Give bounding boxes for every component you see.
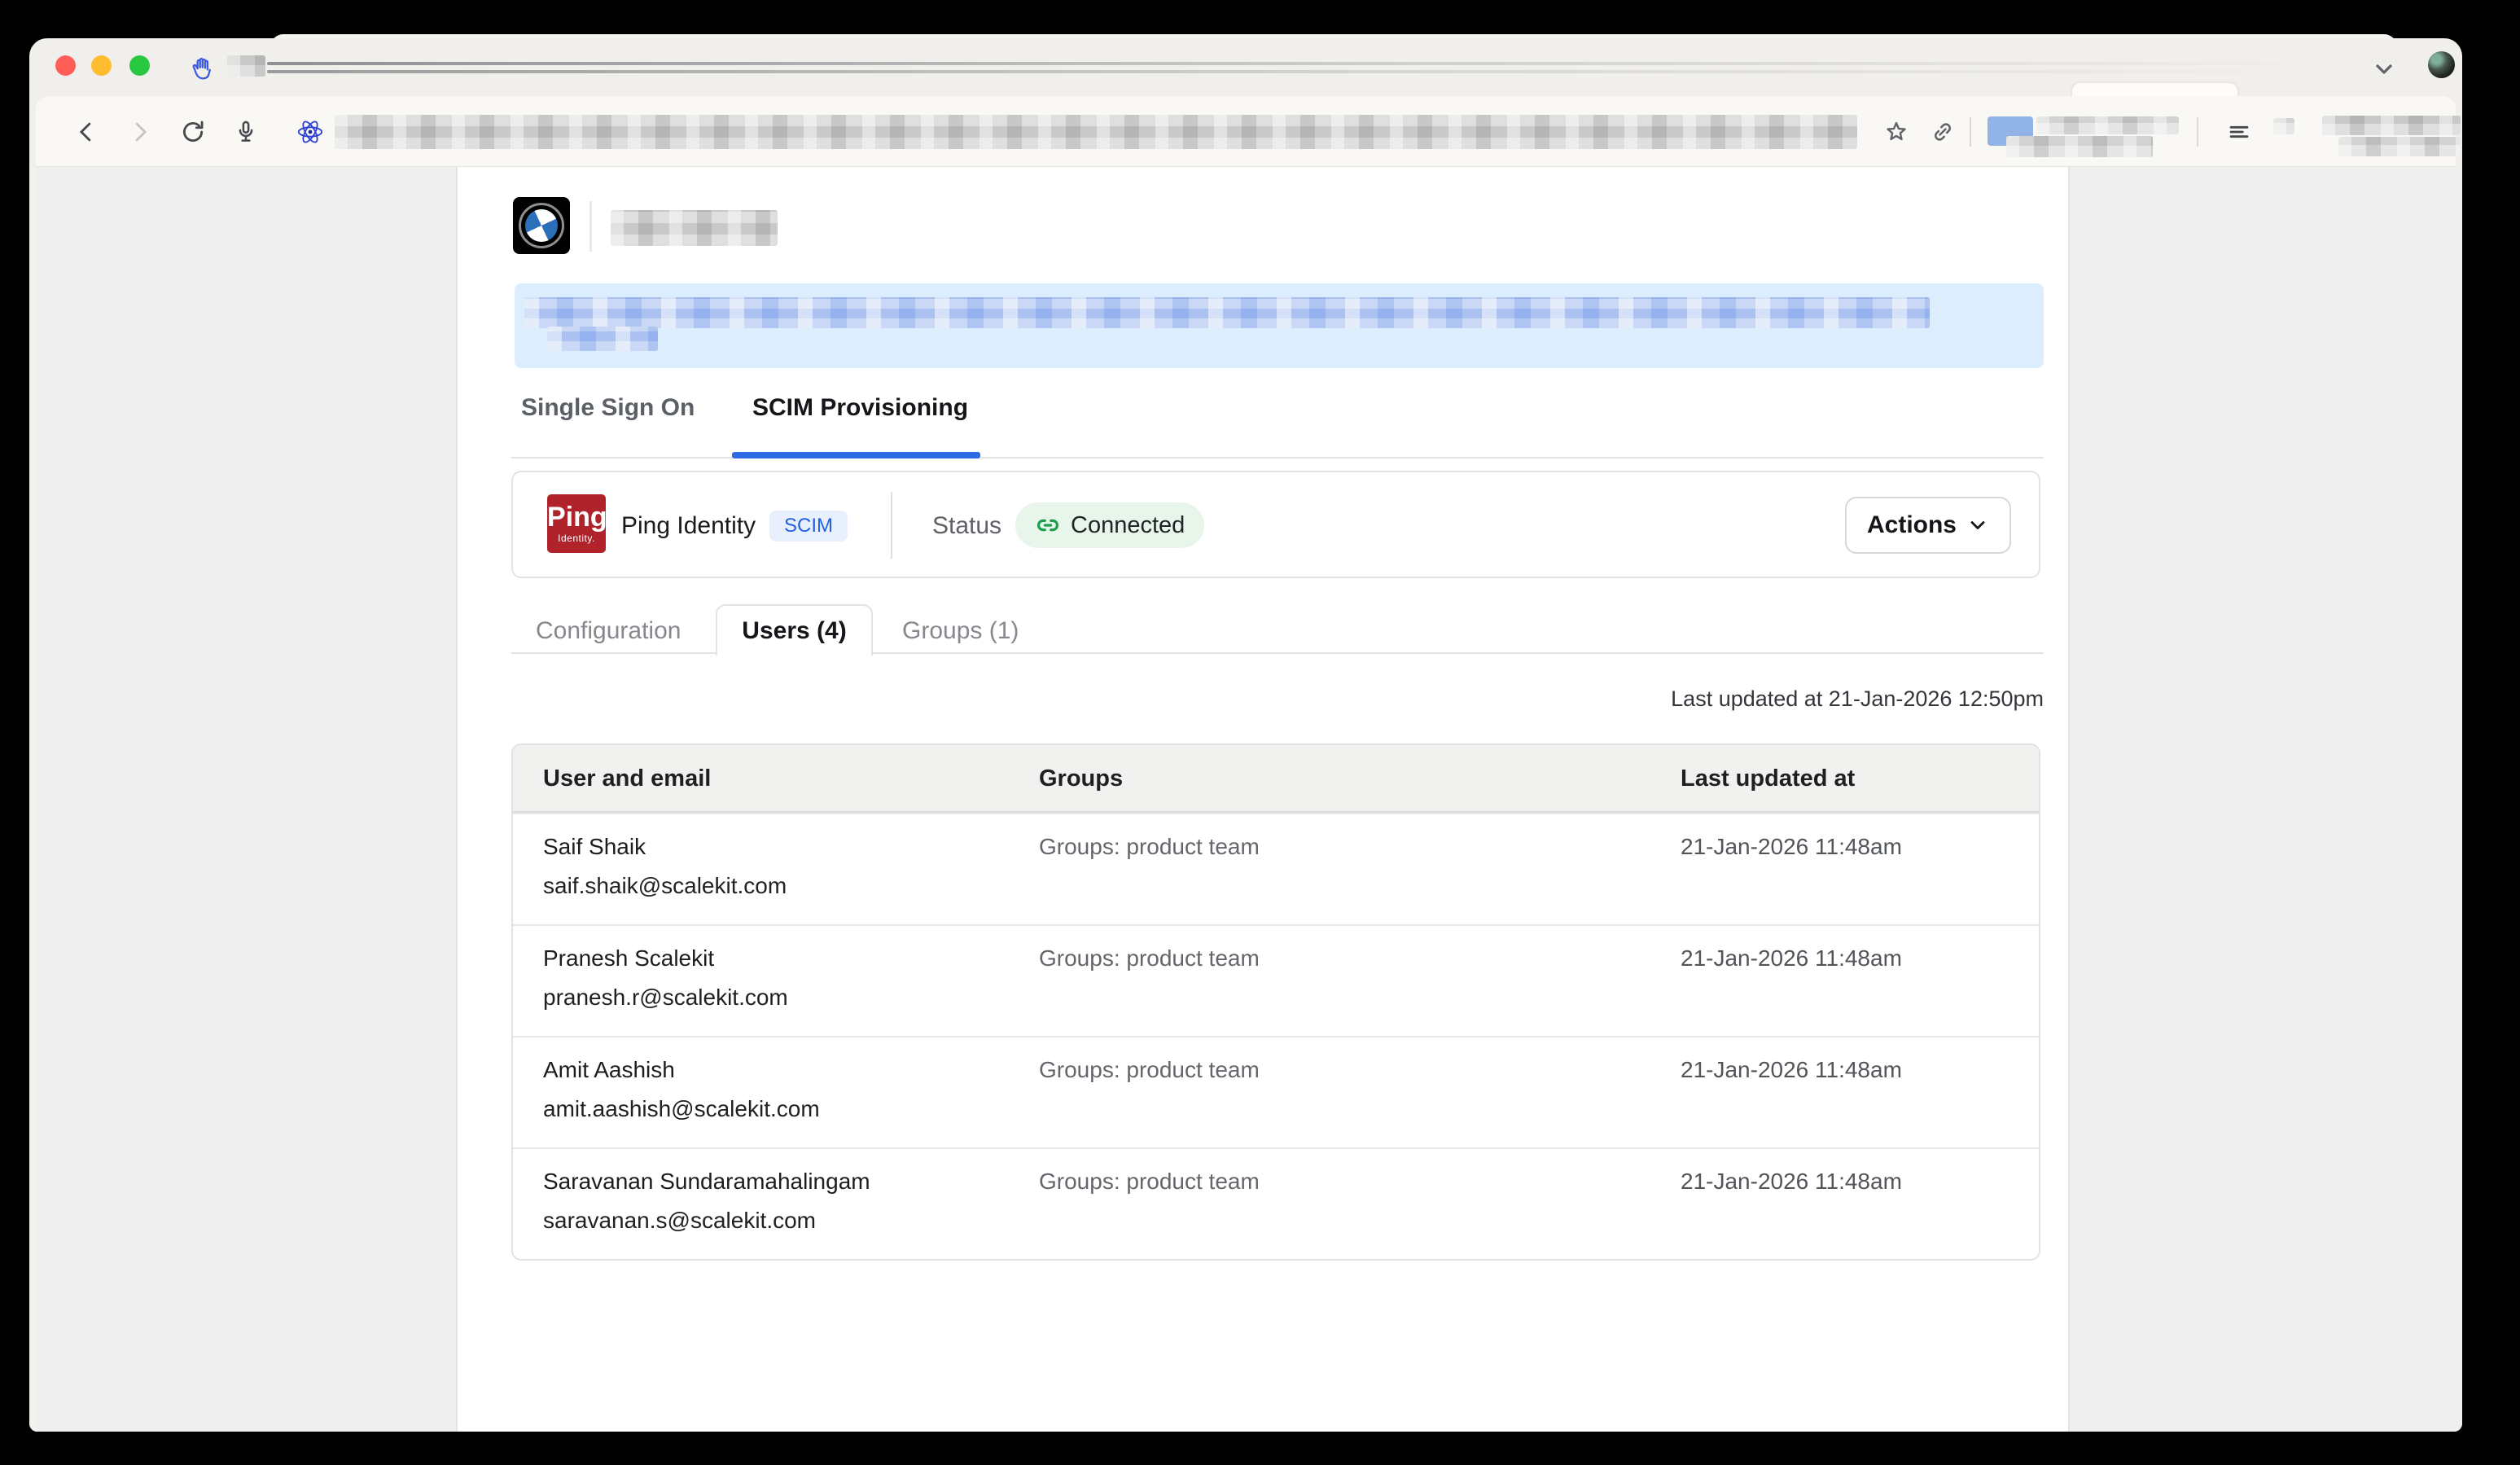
minimize-button[interactable]: [91, 55, 112, 76]
redacted-extension-label: [2036, 116, 2179, 134]
users-table: User and email Groups Last updated at Sa…: [511, 743, 2040, 1261]
bmw-roundel-ring: [519, 203, 564, 248]
ping-identity-logo: Ping Identity.: [547, 494, 606, 553]
user-email: amit.aashish@scalekit.com: [543, 1096, 820, 1122]
user-email: pranesh.r@scalekit.com: [543, 985, 788, 1011]
forward-chevron-right-icon[interactable]: [123, 116, 156, 148]
chevron-down-icon: [1966, 514, 1989, 537]
actions-button[interactable]: Actions: [1845, 497, 2011, 554]
redacted-address-bar-text[interactable]: [335, 115, 1857, 149]
column-header-updated: Last updated at: [1681, 745, 1855, 813]
user-email: saravanan.s@scalekit.com: [543, 1208, 816, 1234]
hamburger-menu-icon[interactable]: [2223, 116, 2255, 148]
browser-window: Single Sign On SCIM Provisioning Ping Id…: [29, 38, 2462, 1432]
link-icon: [1035, 512, 1061, 538]
page-background: Single Sign On SCIM Provisioning Ping Id…: [29, 167, 2462, 1432]
card-divider: [891, 492, 892, 559]
redacted-org-name: [611, 210, 778, 246]
user-name: Amit Aashish: [543, 1057, 675, 1083]
subtab-users[interactable]: Users (4): [716, 604, 873, 656]
profile-avatar[interactable]: [2428, 51, 2455, 78]
atom-icon[interactable]: [294, 116, 327, 148]
user-email: saif.shaik@scalekit.com: [543, 873, 787, 899]
table-row: Saravanan Sundaramahalingam saravanan.s@…: [513, 1147, 2039, 1259]
redacted-toolbar-item: [2273, 118, 2294, 134]
subtab-configuration[interactable]: Configuration: [536, 616, 681, 646]
bmw-roundel-quadrants: [525, 209, 558, 242]
user-groups: Groups: product team: [1039, 834, 1260, 860]
ping-logo-text: Ping: [547, 501, 606, 533]
hand-icon: [189, 55, 217, 82]
subtab-groups[interactable]: Groups (1): [902, 616, 1019, 646]
org-header-divider: [589, 201, 592, 252]
ping-logo-subtext: Identity.: [547, 533, 606, 543]
status-label: Status: [932, 511, 1001, 542]
browser-toolbar: [36, 96, 2456, 167]
bmw-logo: [513, 197, 570, 254]
table-row: Saif Shaik saif.shaik@scalekit.com Group…: [513, 813, 2039, 924]
close-button[interactable]: [55, 55, 76, 76]
tab-scim-provisioning[interactable]: SCIM Provisioning: [752, 392, 968, 424]
content-column: Single Sign On SCIM Provisioning Ping Id…: [456, 167, 2070, 1432]
zoom-button[interactable]: [129, 55, 150, 76]
table-row: Amit Aashish amit.aashish@scalekit.com G…: [513, 1036, 2039, 1147]
user-name: Saravanan Sundaramahalingam: [543, 1169, 870, 1195]
column-header-groups: Groups: [1039, 745, 1123, 813]
redacted-tab-row-line: [267, 62, 2327, 65]
info-banner: [515, 283, 2044, 368]
scim-badge: SCIM: [769, 511, 848, 542]
redacted-banner-text: [547, 327, 658, 351]
redacted-profile-name[interactable]: [2322, 116, 2461, 135]
status-text: Connected: [1071, 512, 1185, 539]
table-header-row: User and email Groups Last updated at: [513, 745, 2039, 813]
redacted-banner-text: [524, 297, 1930, 328]
back-chevron-left-icon[interactable]: [71, 116, 103, 148]
user-groups: Groups: product team: [1039, 945, 1260, 972]
toolbar-divider: [1970, 117, 1971, 147]
tab-single-sign-on[interactable]: Single Sign On: [521, 392, 695, 424]
user-updated-at: 21-Jan-2026 11:48am: [1681, 945, 1902, 972]
toolbar-divider: [2197, 117, 2198, 147]
user-updated-at: 21-Jan-2026 11:48am: [1681, 1057, 1902, 1083]
redacted-tab-row-line: [267, 70, 2327, 73]
provider-card: Ping Identity. Ping Identity SCIM Status: [511, 471, 2040, 578]
user-updated-at: 21-Jan-2026 11:48am: [1681, 1169, 1902, 1195]
provider-name: Ping Identity: [621, 511, 756, 542]
last-updated-text: Last updated at 21-Jan-2026 12:50pm: [511, 686, 2044, 711]
user-groups: Groups: product team: [1039, 1057, 1260, 1083]
bookmark-star-icon[interactable]: [1880, 116, 1913, 148]
redacted-extension-label: [2006, 136, 2153, 157]
table-row: Pranesh Scalekit pranesh.r@scalekit.com …: [513, 924, 2039, 1036]
user-name: Saif Shaik: [543, 834, 646, 860]
status-badge: Connected: [1015, 502, 1204, 548]
active-tab-underline: [732, 452, 980, 458]
microphone-icon[interactable]: [230, 116, 262, 148]
tab-search-chevron-down-icon[interactable]: [2371, 56, 2397, 79]
copy-link-icon[interactable]: [1926, 116, 1959, 148]
user-name: Pranesh Scalekit: [543, 945, 714, 972]
actions-button-label: Actions: [1867, 511, 1957, 539]
column-header-user: User and email: [543, 745, 711, 813]
subtab-users-label: Users (4): [742, 617, 846, 645]
reload-icon[interactable]: [177, 116, 209, 148]
user-updated-at: 21-Jan-2026 11:48am: [1681, 834, 1902, 860]
window-edge: [29, 167, 37, 1432]
redacted-tab-title: [227, 55, 265, 77]
user-groups: Groups: product team: [1039, 1169, 1260, 1195]
redacted-profile-name: [2338, 137, 2461, 156]
